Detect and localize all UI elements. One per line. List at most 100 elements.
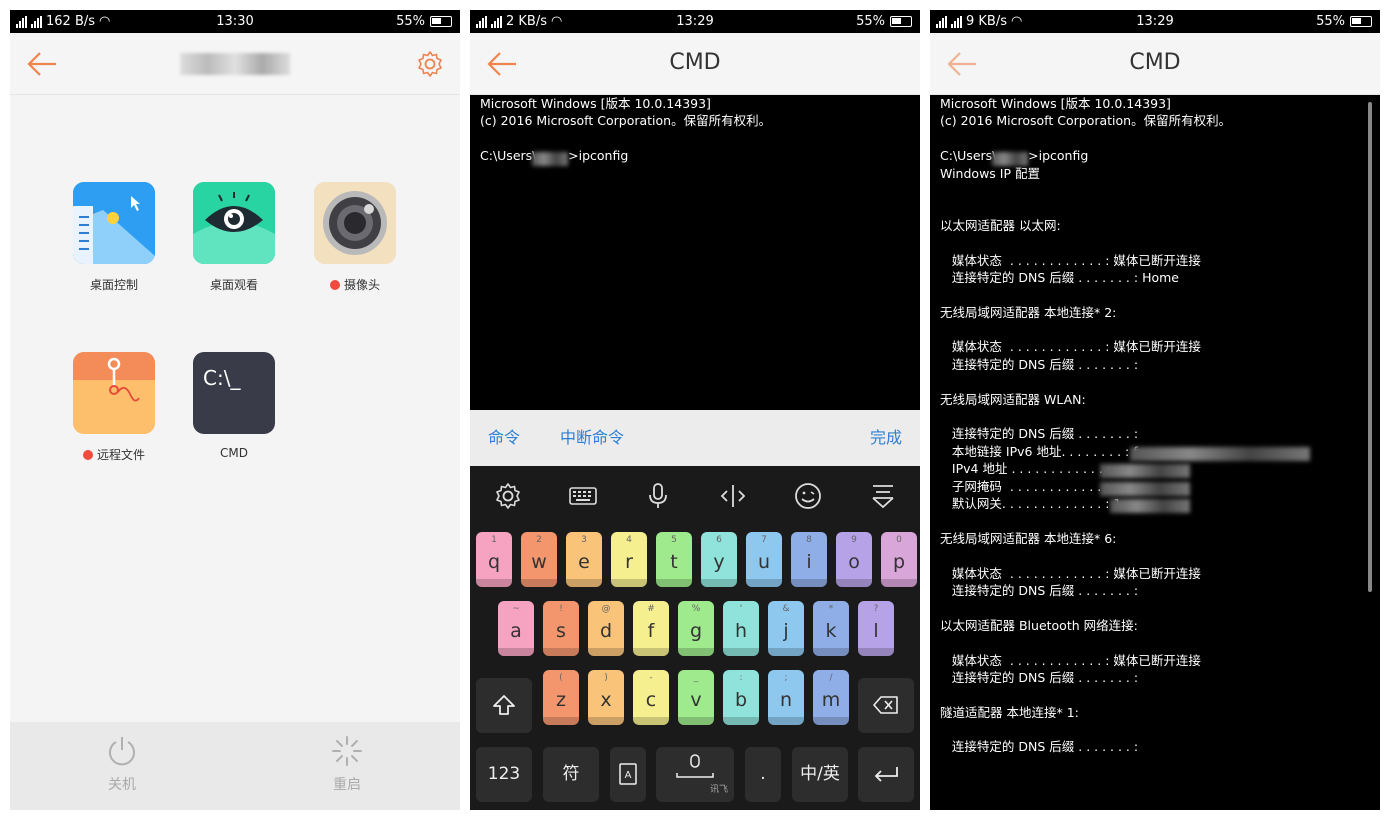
key-q[interactable]: 1q <box>476 532 512 587</box>
key-secondary-char: 7 <box>761 535 767 545</box>
key-f[interactable]: # f <box>633 601 669 656</box>
battery-icon <box>1350 16 1372 27</box>
key-o[interactable]: 9o <box>836 532 872 587</box>
key-shadow <box>813 648 849 656</box>
language-switch-key[interactable]: 中/英 <box>792 747 848 802</box>
key-shadow <box>543 648 579 656</box>
key-r[interactable]: 4r <box>611 532 647 587</box>
key-j[interactable]: & j <box>768 601 804 656</box>
terminal-line: 连接特定的 DNS 后缀 . . . . . . . : <box>940 426 1139 442</box>
key-g[interactable]: % g <box>678 601 714 656</box>
terminal-icon: C:\_ <box>193 352 275 434</box>
shift-key[interactable] <box>476 678 532 733</box>
microphone-icon[interactable] <box>643 481 673 511</box>
symbol-key[interactable]: 符 <box>543 747 599 802</box>
shutdown-button[interactable]: 关机 <box>72 734 172 794</box>
key-b[interactable]: :b <box>723 670 759 725</box>
terminal-line: 以太网适配器 Bluetooth 网络连接: <box>940 617 1138 633</box>
number-mode-key[interactable]: 123 <box>476 747 532 802</box>
key-a[interactable]: ~ a <box>498 601 534 656</box>
key-secondary-char: ) <box>604 673 608 683</box>
key-char: o <box>848 551 860 573</box>
back-arrow-icon[interactable] <box>26 51 58 77</box>
key-i[interactable]: 8i <box>791 532 827 587</box>
battery-percent: 55% <box>856 14 885 29</box>
key-v[interactable]: _ v <box>678 670 714 725</box>
key-char: e <box>578 551 590 573</box>
emoji-icon[interactable] <box>793 481 823 511</box>
key-char: y <box>713 551 725 573</box>
restart-button[interactable]: 重启 <box>297 734 397 794</box>
app-remote-files[interactable]: 远程文件 <box>64 352 164 463</box>
terminal-line: 无线局域网适配器 本地连接* 6: <box>940 530 1117 546</box>
space-key[interactable]: 讯飞 <box>656 747 734 802</box>
enter-key[interactable] <box>858 747 914 802</box>
key-d[interactable]: @ d <box>588 601 624 656</box>
backspace-key[interactable] <box>858 678 914 733</box>
key-char: c <box>645 689 657 711</box>
interrupt-command-button[interactable]: 中断命令 <box>560 424 624 448</box>
key-secondary-char: 5 <box>671 535 677 545</box>
key-s[interactable]: ! s <box>543 601 579 656</box>
key-secondary-char: % <box>691 604 701 614</box>
key-t[interactable]: 5t <box>656 532 692 587</box>
username-redacted <box>532 152 568 166</box>
key-m[interactable]: / m <box>813 670 849 725</box>
key-shadow <box>881 579 917 587</box>
command-toolbar: 命令 中断命令 完成 <box>470 410 920 466</box>
keyboard-settings-icon[interactable] <box>493 481 523 511</box>
done-button[interactable]: 完成 <box>870 424 902 448</box>
settings-gear-icon[interactable] <box>416 50 444 78</box>
terminal-line: 无线局域网适配器 WLAN: <box>940 391 1086 407</box>
key-e[interactable]: 3e <box>566 532 602 587</box>
command-button[interactable]: 命令 <box>488 424 520 448</box>
app-camera[interactable]: 摄像头 <box>305 182 405 293</box>
key-shadow <box>701 579 737 587</box>
app-header: CMD <box>470 33 920 95</box>
key-char: f <box>647 620 655 642</box>
key-u[interactable]: 7u <box>746 532 782 587</box>
key-secondary-char: ( <box>559 673 563 683</box>
terminal-line: 以太网适配器 以太网: <box>940 217 1061 233</box>
terminal-output[interactable]: Microsoft Windows [版本 10.0.14393] (c) 201… <box>930 95 1380 756</box>
terminal-line: 隧道适配器 本地连接* 1: <box>940 704 1079 720</box>
key-n[interactable]: ; n <box>768 670 804 725</box>
key-x[interactable]: ) x <box>588 670 624 725</box>
app-desktop-view[interactable]: 桌面观看 <box>184 182 284 293</box>
key-char: u <box>757 551 771 573</box>
key-l[interactable]: ? l <box>858 601 894 656</box>
key-z[interactable]: (z <box>543 670 579 725</box>
key-shadow <box>476 579 512 587</box>
key-p[interactable]: 0p <box>881 532 917 587</box>
desktop-control-icon <box>73 182 155 264</box>
camera-lens-icon <box>314 182 396 264</box>
app-label: 远程文件 <box>96 448 145 462</box>
clock: 13:29 <box>1136 14 1174 29</box>
period-key[interactable]: . <box>745 747 781 802</box>
hide-keyboard-icon[interactable] <box>868 481 898 511</box>
clipboard-key[interactable]: A <box>610 747 646 802</box>
app-desktop-control[interactable]: 桌面控制 <box>64 182 164 293</box>
key-y[interactable]: 6y <box>701 532 737 587</box>
key-secondary-char: / <box>829 673 833 683</box>
key-secondary-char: 0 <box>896 535 902 545</box>
app-cmd[interactable]: C:\_ CMD <box>184 352 284 460</box>
cursor-move-icon[interactable] <box>718 481 748 511</box>
scrollbar[interactable] <box>1368 102 1372 592</box>
key-w[interactable]: 2w <box>521 532 557 587</box>
key-k[interactable]: * k <box>813 601 849 656</box>
terminal-line: Microsoft Windows [版本 10.0.14393] <box>940 96 1171 111</box>
key-shadow <box>746 579 782 587</box>
key-h[interactable]: ' h <box>723 601 759 656</box>
power-icon <box>109 737 135 766</box>
app-label: CMD <box>220 446 248 460</box>
key-c[interactable]: -c <box>633 670 669 725</box>
keyboard-layout-icon[interactable] <box>568 481 598 511</box>
terminal-icon-text: C:\_ <box>203 366 241 390</box>
key-shadow <box>858 648 894 656</box>
cmd-output-screen: 9 KB/s ◠ 13:29 55% CMD Microsoft Windows… <box>930 10 1380 810</box>
